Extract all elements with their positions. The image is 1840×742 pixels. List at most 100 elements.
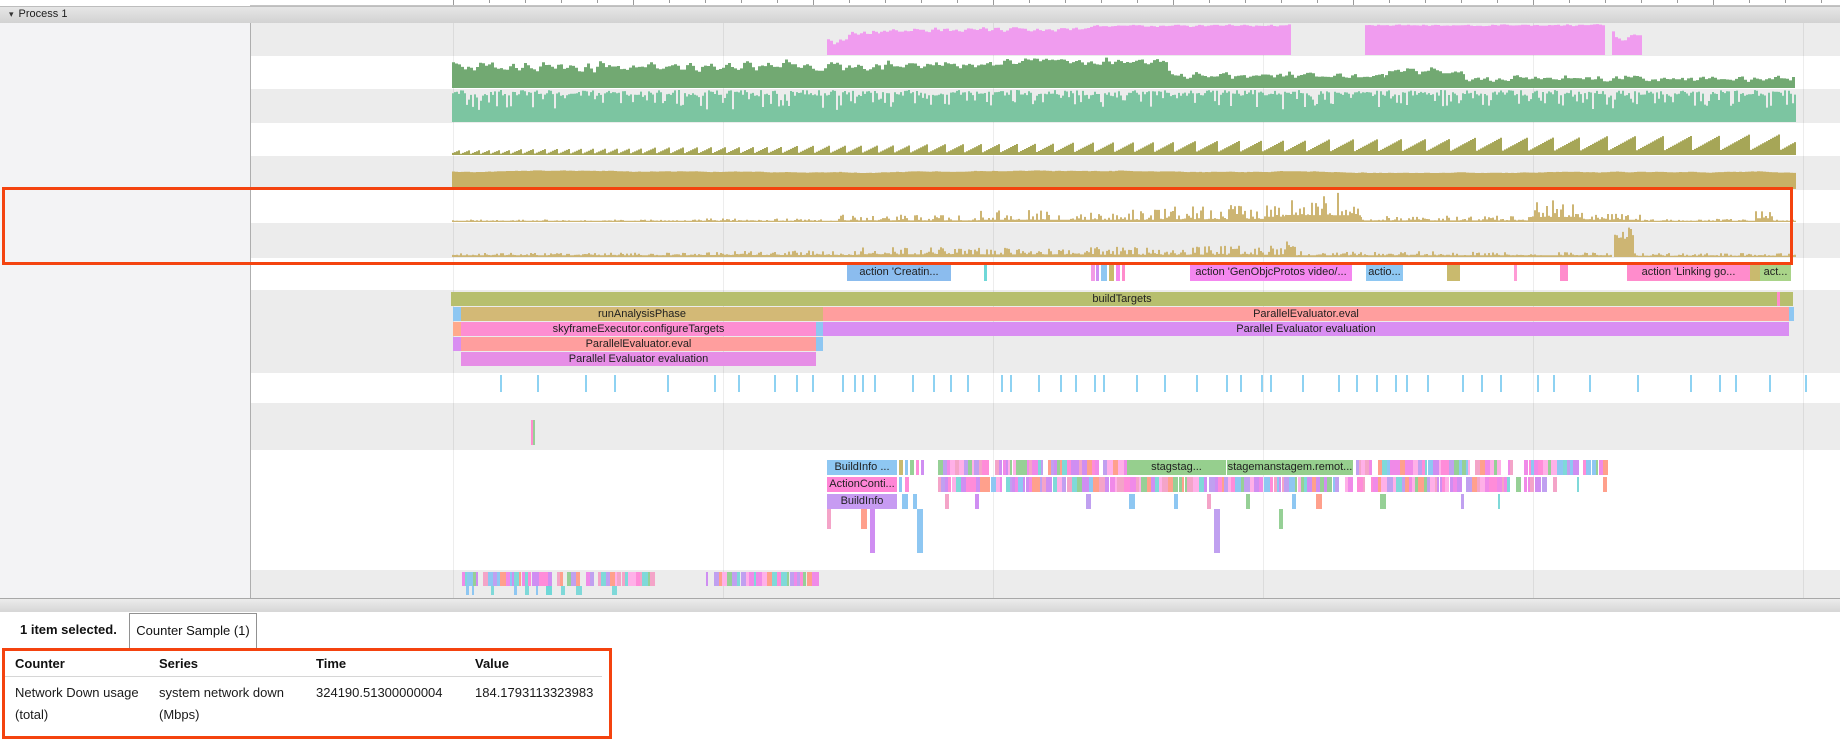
trace-slice[interactable] bbox=[985, 460, 990, 475]
trace-slice[interactable] bbox=[1560, 264, 1568, 281]
gc-tick[interactable] bbox=[1769, 375, 1771, 392]
gc-tick[interactable] bbox=[1376, 375, 1378, 392]
gc-tick[interactable] bbox=[1805, 375, 1807, 392]
gc-tick[interactable] bbox=[614, 375, 616, 392]
trace-slice[interactable] bbox=[1116, 264, 1120, 281]
trace-slice[interactable] bbox=[590, 572, 594, 586]
trace-slice[interactable] bbox=[491, 586, 494, 595]
trace-slice[interactable] bbox=[1497, 460, 1502, 475]
gc-tick[interactable] bbox=[933, 375, 935, 392]
trace-slice[interactable] bbox=[1777, 292, 1780, 306]
gc-tick[interactable] bbox=[842, 375, 844, 392]
trace-slice[interactable]: runAnalysisPhase bbox=[461, 307, 823, 321]
trace-slice[interactable] bbox=[1603, 477, 1608, 492]
trace-slice[interactable]: skyframeExecutor.configureTargets bbox=[461, 322, 816, 336]
gc-tick[interactable] bbox=[500, 375, 502, 392]
gc-tick[interactable] bbox=[1356, 375, 1358, 392]
trace-slice[interactable] bbox=[1750, 264, 1760, 281]
trace-slice[interactable] bbox=[1573, 460, 1579, 475]
trace-slice[interactable] bbox=[1457, 477, 1463, 492]
panel-splitter[interactable] bbox=[0, 598, 1840, 613]
trace-slice[interactable] bbox=[917, 509, 923, 553]
trace-slice[interactable] bbox=[1380, 494, 1386, 509]
gc-tick[interactable] bbox=[1553, 375, 1555, 392]
trace-slice[interactable] bbox=[1335, 477, 1340, 492]
trace-slice[interactable] bbox=[476, 572, 478, 586]
gc-tick[interactable] bbox=[1719, 375, 1721, 392]
process-header[interactable]: ▾Process 1 bbox=[0, 6, 1840, 24]
gc-tick[interactable] bbox=[1136, 375, 1138, 392]
gc-tick[interactable] bbox=[1338, 375, 1340, 392]
trace-slice[interactable]: act... bbox=[1760, 264, 1791, 281]
trace-slice[interactable] bbox=[612, 586, 616, 595]
gc-tick[interactable] bbox=[667, 375, 669, 392]
trace-slice[interactable] bbox=[1279, 509, 1283, 529]
gc-tick[interactable] bbox=[812, 375, 814, 392]
trace-slice[interactable]: buildTargets bbox=[451, 292, 1793, 306]
trace-slice[interactable] bbox=[1204, 477, 1207, 492]
trace-slice[interactable] bbox=[827, 509, 831, 529]
trace-slice[interactable]: ActionConti... bbox=[827, 477, 897, 492]
trace-slice[interactable] bbox=[1174, 494, 1178, 509]
trace-slice[interactable] bbox=[453, 322, 461, 336]
gc-tick[interactable] bbox=[1500, 375, 1502, 392]
trace-slice[interactable] bbox=[1507, 477, 1510, 492]
trace-slice[interactable] bbox=[902, 494, 908, 509]
gc-tick[interactable] bbox=[1302, 375, 1304, 392]
trace-slice[interactable] bbox=[816, 322, 823, 336]
gc-tick[interactable] bbox=[1462, 375, 1464, 392]
gc-tick[interactable] bbox=[1075, 375, 1077, 392]
trace-slice[interactable] bbox=[1577, 477, 1579, 492]
gc-tick[interactable] bbox=[1038, 375, 1040, 392]
trace-slice[interactable] bbox=[815, 572, 819, 586]
trace-slice[interactable] bbox=[472, 586, 474, 595]
trace-slice[interactable]: Parallel Evaluator evaluation bbox=[823, 322, 1789, 336]
trace-slice[interactable] bbox=[1498, 494, 1500, 509]
trace-slice[interactable] bbox=[861, 509, 866, 529]
trace-slice[interactable]: Parallel Evaluator evaluation bbox=[461, 352, 816, 366]
trace-slice[interactable] bbox=[453, 307, 461, 321]
gc-tick[interactable] bbox=[1537, 375, 1539, 392]
trace-slice[interactable] bbox=[1292, 494, 1296, 509]
trace-slice[interactable] bbox=[560, 572, 563, 586]
gc-tick[interactable] bbox=[1481, 375, 1483, 392]
gc-tick[interactable] bbox=[1395, 375, 1397, 392]
trace-slice[interactable] bbox=[1369, 460, 1372, 475]
trace-slice[interactable] bbox=[1539, 477, 1542, 492]
trace-slice[interactable] bbox=[1122, 264, 1125, 281]
trace-slice[interactable] bbox=[650, 572, 655, 586]
tab-counter-sample[interactable]: Counter Sample (1) bbox=[129, 613, 257, 649]
trace-slice[interactable] bbox=[576, 586, 582, 595]
trace-slice[interactable] bbox=[525, 586, 530, 595]
trace-slice[interactable]: BuildInfo bbox=[827, 494, 897, 509]
trace-slice[interactable]: stagemanstagem.remot... bbox=[1227, 460, 1353, 475]
trace-slice[interactable] bbox=[1246, 494, 1250, 509]
gc-tick[interactable] bbox=[1690, 375, 1692, 392]
gc-tick[interactable] bbox=[796, 375, 798, 392]
trace-slice[interactable]: stagstag... bbox=[1127, 460, 1226, 475]
trace-slice[interactable] bbox=[1447, 264, 1460, 281]
trace-slice[interactable] bbox=[1516, 477, 1521, 492]
trace-slice[interactable] bbox=[945, 494, 948, 509]
trace-slice[interactable] bbox=[1363, 477, 1365, 492]
gc-tick[interactable] bbox=[1060, 375, 1062, 392]
gc-tick[interactable] bbox=[1589, 375, 1591, 392]
trace-slice[interactable] bbox=[466, 586, 469, 595]
trace-slice[interactable] bbox=[706, 572, 708, 586]
trace-slice[interactable]: actio... bbox=[1366, 264, 1403, 281]
gc-tick[interactable] bbox=[1270, 375, 1272, 392]
gc-tick[interactable] bbox=[950, 375, 952, 392]
trace-slice[interactable] bbox=[1129, 494, 1135, 509]
gc-tick[interactable] bbox=[714, 375, 716, 392]
trace-slice[interactable] bbox=[899, 477, 902, 492]
trace-slice[interactable] bbox=[1101, 264, 1107, 281]
trace-slice[interactable]: ParallelEvaluator.eval bbox=[823, 307, 1789, 321]
gc-tick[interactable] bbox=[738, 375, 740, 392]
gc-tick[interactable] bbox=[1406, 375, 1408, 392]
gc-tick[interactable] bbox=[1001, 375, 1003, 392]
trace-slice[interactable]: action 'Creatin... bbox=[847, 264, 951, 281]
trace-slice[interactable] bbox=[905, 477, 909, 492]
trace-slice[interactable] bbox=[921, 460, 924, 475]
gc-tick[interactable] bbox=[585, 375, 587, 392]
trace-slice[interactable] bbox=[533, 420, 535, 445]
